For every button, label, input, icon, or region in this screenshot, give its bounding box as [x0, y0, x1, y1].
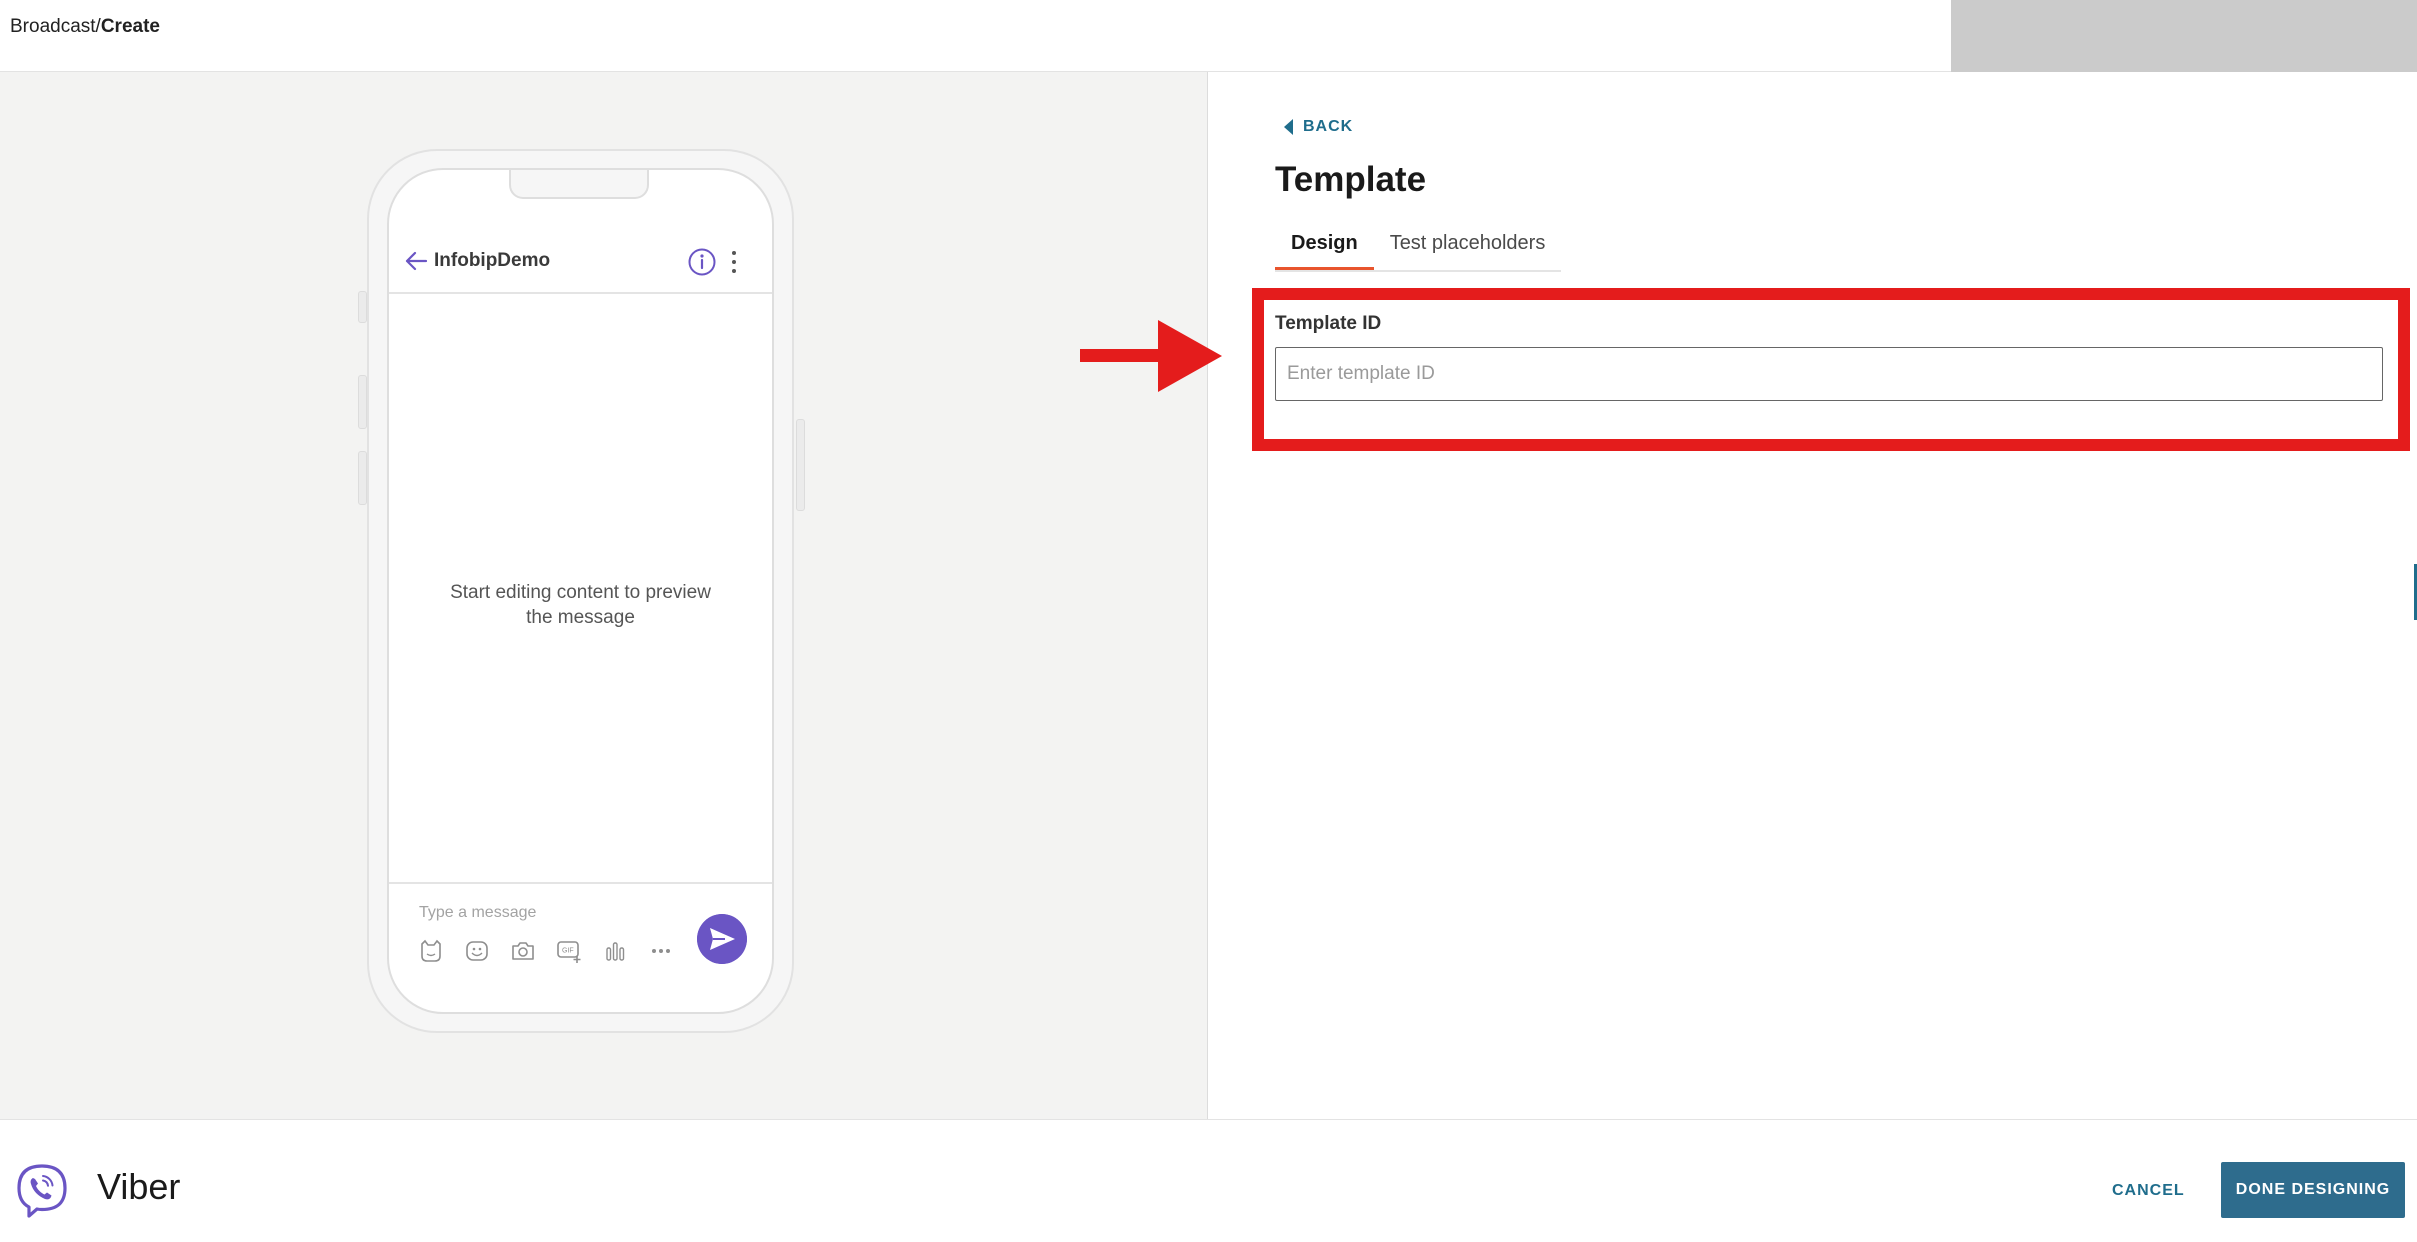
- phone-side-button: [358, 375, 367, 429]
- done-designing-button[interactable]: DONE DESIGNING: [2221, 1162, 2405, 1218]
- annotation-highlight-box: [1252, 288, 2410, 451]
- redacted-area: [1951, 0, 2417, 80]
- arrow-left-icon[interactable]: [403, 248, 429, 274]
- viber-logo-icon: [17, 1164, 67, 1218]
- breadcrumb-parent-link[interactable]: Broadcast: [10, 16, 96, 37]
- page-title: Template: [1275, 160, 1427, 199]
- camera-icon[interactable]: [509, 938, 537, 964]
- info-icon[interactable]: [687, 247, 717, 277]
- poll-icon[interactable]: [601, 938, 629, 964]
- message-composer: Type a message GIF: [389, 882, 772, 1012]
- breadcrumb-current: Create: [100, 16, 160, 37]
- tab-design[interactable]: Design: [1275, 230, 1374, 270]
- editor-tabs: Design Test placeholders: [1275, 230, 1562, 272]
- channel-name: Viber: [97, 1166, 181, 1207]
- chat-header: InfobipDemo: [389, 230, 772, 294]
- phone-screen: InfobipDemo Start editing content to pre…: [387, 168, 774, 1014]
- top-bar: Broadcast/Create: [0, 0, 2417, 80]
- svg-text:GIF: GIF: [562, 948, 574, 955]
- back-button[interactable]: BACK: [1284, 118, 1353, 136]
- preview-pane: InfobipDemo Start editing content to pre…: [0, 72, 1208, 1119]
- annotation-arrow-icon: [1080, 320, 1222, 392]
- preview-empty-message: Start editing content to preview the mes…: [450, 582, 711, 628]
- composer-toolbar: GIF: [417, 938, 675, 964]
- editor-pane: BACK Template Design Test placeholders T…: [1209, 72, 2417, 1119]
- phone-side-button: [358, 451, 367, 505]
- emoji-icon[interactable]: [463, 938, 491, 964]
- send-icon[interactable]: [697, 914, 747, 964]
- chat-title: InfobipDemo: [434, 250, 551, 271]
- phone-side-button: [358, 291, 367, 323]
- caret-left-icon: [1284, 119, 1293, 135]
- footer-bar: Viber CANCEL DONE DESIGNING: [0, 1119, 2417, 1242]
- kebab-menu-icon[interactable]: [727, 247, 741, 277]
- sticker-icon[interactable]: [417, 938, 445, 964]
- phone-notch: [509, 170, 649, 199]
- composer-placeholder[interactable]: Type a message: [419, 904, 536, 922]
- more-icon[interactable]: [647, 938, 675, 964]
- back-label: BACK: [1303, 118, 1354, 135]
- breadcrumb: Broadcast/Create: [10, 16, 160, 38]
- phone-side-button: [796, 419, 805, 511]
- tab-test-placeholders[interactable]: Test placeholders: [1374, 230, 1562, 270]
- phone-mockup: InfobipDemo Start editing content to pre…: [358, 149, 805, 1033]
- cancel-button[interactable]: CANCEL: [2098, 1164, 2199, 1218]
- gif-icon[interactable]: GIF: [555, 938, 583, 964]
